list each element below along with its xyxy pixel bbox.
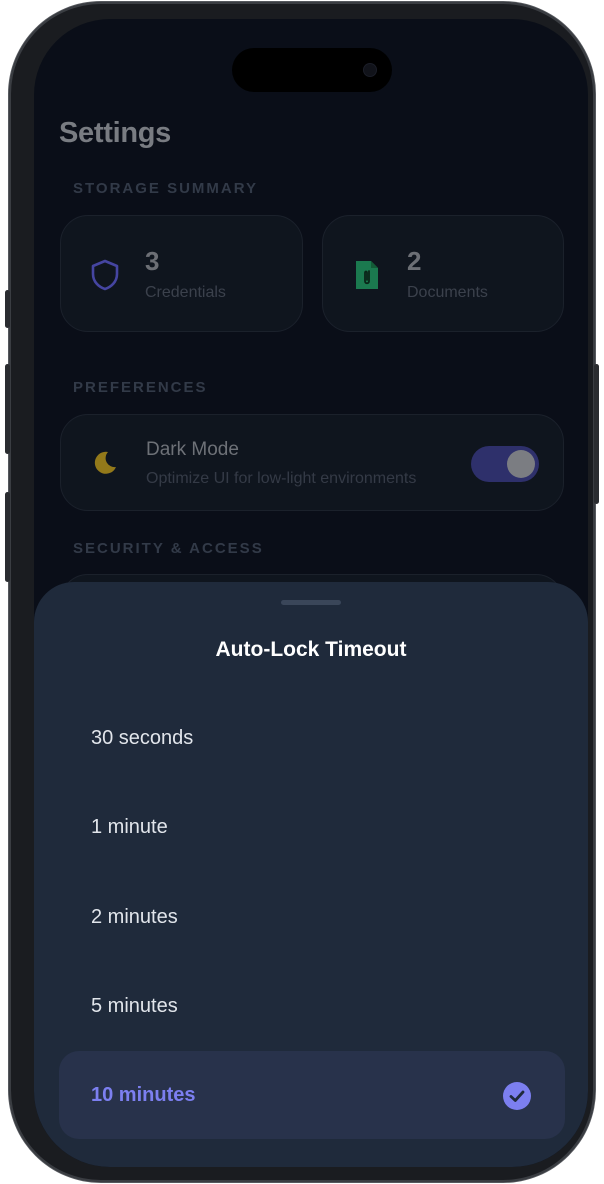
option-label: 5 minutes	[91, 995, 178, 1017]
camera-icon	[364, 64, 376, 76]
option-2-minutes[interactable]: 2 minutes	[59, 873, 565, 961]
option-5-minutes[interactable]: 5 minutes	[59, 962, 565, 1050]
sheet-grabber[interactable]	[281, 600, 341, 605]
phone-frame: Settings STORAGE SUMMARY 3 Credentials 2…	[5, 2, 599, 1182]
option-label: 1 minute	[91, 816, 168, 838]
checkmark-circle-icon	[503, 1082, 531, 1110]
volume-down-button	[5, 492, 10, 582]
option-label: 10 minutes	[91, 1084, 196, 1106]
option-label: 30 seconds	[91, 727, 194, 749]
auto-lock-sheet: Auto-Lock Timeout 30 seconds 1 minute 2 …	[34, 582, 588, 1167]
screen: Settings STORAGE SUMMARY 3 Credentials 2…	[34, 19, 588, 1167]
option-1-minute[interactable]: 1 minute	[59, 783, 565, 871]
option-30-seconds[interactable]: 30 seconds	[59, 694, 565, 782]
option-10-minutes[interactable]: 10 minutes	[59, 1051, 565, 1139]
sheet-title: Auto-Lock Timeout	[215, 638, 407, 661]
option-label: 2 minutes	[91, 906, 178, 928]
dynamic-island	[232, 48, 392, 92]
action-button	[5, 290, 10, 328]
volume-up-button	[5, 364, 10, 454]
power-button	[594, 364, 599, 504]
